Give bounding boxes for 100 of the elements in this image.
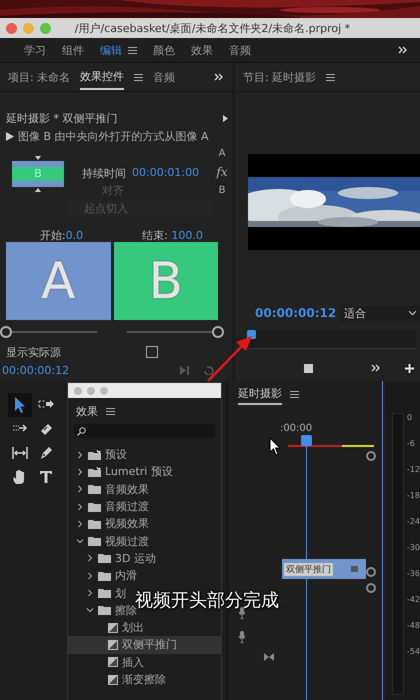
- tree-label[interactable]: 划: [115, 586, 126, 601]
- tree-label[interactable]: 双侧平推门: [122, 637, 177, 652]
- slider-handle[interactable]: [0, 326, 12, 338]
- chevron-right-icon[interactable]: [76, 468, 84, 476]
- tree-label[interactable]: 划出: [122, 620, 144, 636]
- tree-row[interactable]: 3D 运动: [68, 550, 156, 568]
- tree-row[interactable]: 预设: [68, 446, 127, 464]
- arrow: [207, 336, 252, 382]
- chevron-right-icon[interactable]: [76, 502, 84, 511]
- end-value[interactable]: 100.0: [168, 229, 203, 242]
- panel-tab[interactable]: 项目: 未命名: [8, 66, 70, 88]
- tree-row[interactable]: 划出: [68, 618, 144, 636]
- play-icon[interactable]: [6, 132, 14, 140]
- menu-icon[interactable]: [106, 408, 115, 414]
- menu-icon[interactable]: [326, 74, 336, 80]
- zoom-dropdown[interactable]: 适合: [340, 306, 420, 320]
- folder-icon: [98, 588, 111, 598]
- playhead[interactable]: [300, 435, 312, 446]
- more-icon[interactable]: [214, 73, 224, 81]
- transition-clip[interactable]: 双侧平推门: [282, 559, 366, 579]
- end-label: 结束:: [142, 229, 168, 242]
- tree-label[interactable]: 视频效果: [105, 516, 149, 532]
- chevron-right-icon[interactable]: [86, 589, 94, 598]
- add-icon[interactable]: [405, 364, 414, 372]
- tree-row[interactable]: 划: [68, 584, 126, 602]
- meter-scale-label: -24: [406, 517, 420, 526]
- tree-row[interactable]: 双侧平推门: [68, 636, 221, 654]
- scroll-handle-icon[interactable]: [366, 583, 376, 593]
- tree-row[interactable]: 音频效果: [68, 480, 149, 498]
- scroll-handle-icon[interactable]: [366, 567, 376, 577]
- microphone-icon[interactable]: [238, 631, 246, 643]
- start-value[interactable]: 0.0: [66, 229, 84, 242]
- workspace-tab[interactable]: 颜色: [153, 42, 191, 58]
- tree-label[interactable]: 预设: [105, 447, 127, 462]
- workspace-tab[interactable]: 编辑: [100, 42, 128, 58]
- caption: 视频开头部分完成: [135, 589, 279, 611]
- tree-row[interactable]: 擦除: [68, 602, 137, 619]
- timecode[interactable]: 00:00:00:12: [255, 306, 336, 320]
- play-icon[interactable]: [223, 114, 228, 122]
- meter-scale-label: -48: [406, 621, 420, 630]
- chevron-down-icon[interactable]: [76, 537, 84, 546]
- workspace-tab[interactable]: 学习: [24, 42, 62, 58]
- stop-icon[interactable]: [304, 364, 313, 372]
- selection-tool-icon[interactable]: [8, 393, 32, 417]
- tree-label[interactable]: 音频过渡: [105, 499, 149, 514]
- menu-icon[interactable]: [134, 74, 144, 80]
- tree-row[interactable]: 音频过渡: [68, 498, 149, 516]
- tree-label[interactable]: 插入: [122, 654, 144, 670]
- chevron-right-icon[interactable]: [86, 572, 94, 580]
- tree-label[interactable]: 音频效果: [105, 482, 149, 497]
- tree-row[interactable]: Lumetri 预设: [68, 463, 173, 481]
- panel-tab[interactable]: 音频: [153, 66, 176, 88]
- tree-label[interactable]: 3D 运动: [115, 550, 156, 566]
- folder-icon: [98, 553, 111, 564]
- sequence-tab[interactable]: 延时摄影: [238, 384, 282, 404]
- meter-scale-label: -18: [406, 491, 420, 500]
- tree-row[interactable]: 插入: [68, 654, 144, 671]
- meter-scale-label: 0: [406, 413, 414, 422]
- scroll-handle-icon[interactable]: [366, 451, 376, 461]
- tree-label[interactable]: 渐变擦除: [122, 672, 166, 687]
- more-icon[interactable]: [398, 46, 408, 54]
- timecode[interactable]: 00:00:00:12: [2, 364, 70, 376]
- tree-row[interactable]: 渐变擦除: [68, 670, 166, 688]
- menu-icon[interactable]: [128, 46, 137, 54]
- tree-label[interactable]: 视频过渡: [105, 534, 149, 549]
- tree-row[interactable]: 内滑: [68, 567, 137, 584]
- chevron-down-icon[interactable]: [86, 606, 94, 614]
- workspace-tab[interactable]: 组件: [62, 42, 100, 58]
- preview-panel: B: [114, 242, 218, 320]
- workspace-tab[interactable]: 效果: [191, 42, 229, 58]
- slider-handle[interactable]: [212, 326, 224, 338]
- menu-icon[interactable]: [290, 390, 299, 398]
- meter-scale-label: -6: [406, 439, 416, 448]
- playhead[interactable]: [247, 330, 256, 339]
- side-label: B: [218, 185, 226, 196]
- tree-label[interactable]: 擦除: [115, 602, 137, 618]
- tree-label[interactable]: 内滑: [115, 568, 137, 584]
- folder-icon: [98, 605, 111, 616]
- window-title: /用户/casebasket/桌面/未命名文件夹2/未命名.prproj *: [74, 20, 352, 36]
- preset-folder-icon: [88, 466, 101, 477]
- arrow-up-icon[interactable]: [35, 188, 41, 192]
- duration-value[interactable]: 00:00:01:00: [132, 166, 200, 181]
- search-field[interactable]: [74, 424, 215, 438]
- tree-label[interactable]: Lumetri 预设: [105, 464, 173, 480]
- panel-tab[interactable]: 效果控件: [80, 64, 124, 90]
- tree-row[interactable]: 视频效果: [68, 515, 149, 532]
- thumbnail-label: B: [12, 167, 64, 181]
- more-icon[interactable]: [371, 364, 381, 372]
- chevron-right-icon[interactable]: [76, 485, 84, 494]
- chevron-down-icon[interactable]: [409, 311, 416, 315]
- chevron-right-icon[interactable]: [76, 520, 84, 528]
- checkbox[interactable]: [146, 346, 158, 358]
- chevron-right-icon[interactable]: [76, 450, 84, 459]
- time-ruler[interactable]: [248, 330, 416, 349]
- arrow-down-icon[interactable]: [35, 156, 41, 160]
- tree-row[interactable]: 视频过渡: [68, 532, 149, 550]
- bowtie-icon: [264, 653, 274, 661]
- meter-scale-label: -30: [406, 543, 420, 552]
- chevron-right-icon[interactable]: [86, 554, 94, 562]
- workspace-tab[interactable]: 音频: [229, 42, 267, 58]
